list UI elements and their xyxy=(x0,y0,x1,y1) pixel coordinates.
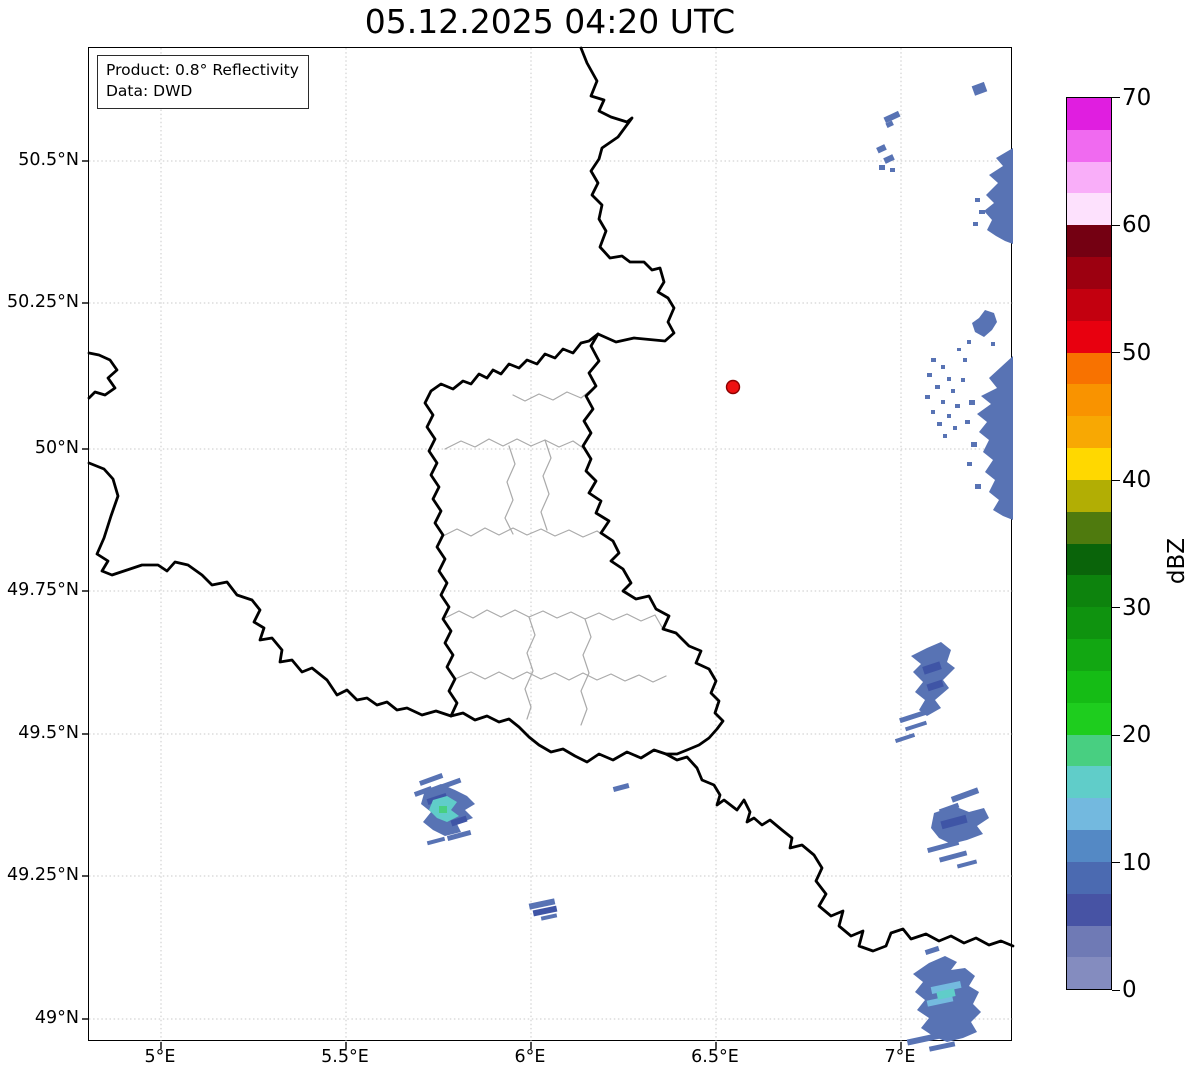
colorbar-tick xyxy=(1112,479,1120,481)
map-plot-area: Product: 0.8° Reflectivity Data: DWD xyxy=(82,46,1015,1052)
colorbar-band xyxy=(1067,766,1111,799)
colorbar-band xyxy=(1067,161,1111,194)
colorbar-band xyxy=(1067,479,1111,512)
colorbar-band xyxy=(1067,448,1111,480)
colorbar-band xyxy=(1067,384,1111,417)
colorbar-band xyxy=(1067,575,1111,608)
border-belgium-germany xyxy=(579,46,676,344)
figure-title: 05.12.2025 04:20 UTC xyxy=(364,2,736,41)
colorbar-band xyxy=(1067,957,1111,990)
map-canvas xyxy=(82,46,1015,1052)
y-tick-label: 50.25°N xyxy=(7,292,79,312)
product-info-box: Product: 0.8° Reflectivity Data: DWD xyxy=(97,55,309,109)
colorbar-tick xyxy=(1112,224,1120,226)
colorbar-tick-label: 60 xyxy=(1122,212,1152,238)
colorbar-tick-label: 10 xyxy=(1122,850,1152,876)
colorbar-tick-label: 40 xyxy=(1122,467,1152,493)
border-left-salient xyxy=(87,351,119,400)
y-tick-label: 49.75°N xyxy=(7,580,79,600)
colorbar-tick xyxy=(1112,862,1120,864)
colorbar-band xyxy=(1067,543,1111,576)
country-borders xyxy=(87,46,1015,953)
colorbar-tick xyxy=(1112,97,1120,98)
colorbar-band xyxy=(1067,639,1111,671)
border-france-belgium xyxy=(87,461,453,718)
border-luxembourg xyxy=(423,332,725,764)
colorbar-band xyxy=(1067,320,1111,353)
colorbar-tick-label: 0 xyxy=(1122,977,1137,1003)
data-source-line: Data: DWD xyxy=(106,82,193,101)
colorbar-tick-label: 20 xyxy=(1122,722,1152,748)
district-borders xyxy=(440,385,667,726)
colorbar-band xyxy=(1067,288,1111,321)
x-tick-label: 7°E xyxy=(884,1047,916,1067)
y-tick-label: 50°N xyxy=(34,438,79,458)
colorbar-band xyxy=(1067,225,1111,258)
colorbar-band xyxy=(1067,830,1111,862)
colorbar-tick xyxy=(1112,734,1120,736)
x-tick-label: 6°E xyxy=(514,1047,546,1067)
colorbar-band xyxy=(1067,798,1111,831)
colorbar-band xyxy=(1067,511,1111,544)
radar-echo-patches xyxy=(413,81,1013,1052)
colorbar-band xyxy=(1067,702,1111,735)
colorbar-tick-label: 70 xyxy=(1122,85,1152,111)
grid-lines xyxy=(89,48,1013,1042)
colorbar xyxy=(1066,97,1112,990)
x-tick-label: 5°E xyxy=(144,1047,176,1067)
axis-tick-marks xyxy=(82,160,902,1049)
product-info-line: Product: 0.8° Reflectivity xyxy=(106,61,299,79)
y-tick-label: 49.5°N xyxy=(18,723,79,743)
colorbar-band xyxy=(1067,734,1111,767)
colorbar-band xyxy=(1067,352,1111,385)
colorbar-band xyxy=(1067,861,1111,894)
radar-site-marker xyxy=(725,379,741,395)
colorbar-tick xyxy=(1112,607,1120,609)
colorbar-tick-label: 50 xyxy=(1122,340,1152,366)
colorbar-tick xyxy=(1112,352,1120,354)
x-tick-label: 6.5°E xyxy=(691,1047,739,1067)
colorbar-band xyxy=(1067,670,1111,703)
radar-figure: 05.12.2025 04:20 UTC Product: 0.8° Refle… xyxy=(0,0,1202,1081)
colorbar-tick xyxy=(1112,990,1120,991)
colorbar-band xyxy=(1067,98,1111,130)
colorbar-band xyxy=(1067,925,1111,958)
colorbar-band xyxy=(1067,416,1111,449)
x-tick-label: 5.5°E xyxy=(321,1047,369,1067)
colorbar-band xyxy=(1067,607,1111,640)
colorbar-band xyxy=(1067,193,1111,226)
colorbar-unit-label: dBZ xyxy=(1164,537,1190,585)
colorbar-band xyxy=(1067,893,1111,926)
y-tick-label: 49.25°N xyxy=(7,865,79,885)
colorbar-band xyxy=(1067,257,1111,289)
y-tick-label: 49°N xyxy=(34,1008,79,1028)
colorbar-band xyxy=(1067,129,1111,162)
y-tick-label: 50.5°N xyxy=(18,150,79,170)
